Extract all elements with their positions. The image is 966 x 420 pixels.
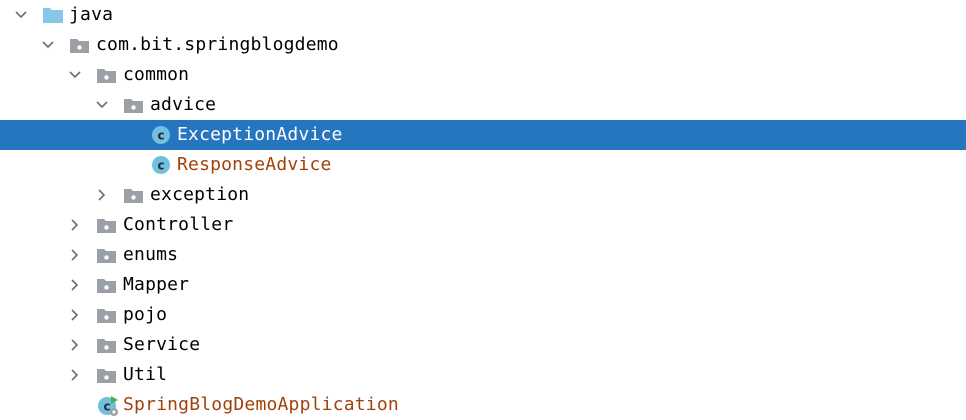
tree-row-service[interactable]: Service — [0, 330, 966, 360]
package-icon — [96, 360, 120, 390]
tree-item-label: Controller — [123, 214, 234, 235]
chevron-down-icon[interactable] — [93, 90, 113, 120]
tree-item-label: SpringBlogDemoApplication — [123, 394, 399, 415]
tree-row-enums[interactable]: enums — [0, 240, 966, 270]
package-icon — [96, 60, 120, 90]
package-icon — [96, 240, 120, 270]
tree-item-label: ResponseAdvice — [177, 154, 332, 175]
tree-row-common[interactable]: common — [0, 60, 966, 90]
tree-item-label: exception — [150, 184, 250, 205]
package-icon — [123, 180, 147, 210]
tree-item-label: java — [69, 4, 114, 25]
package-icon — [96, 270, 120, 300]
tree-row-util[interactable]: Util — [0, 360, 966, 390]
chevron-right-icon[interactable] — [66, 330, 86, 360]
tree-row-advice[interactable]: advice — [0, 90, 966, 120]
chevron-right-icon[interactable] — [66, 240, 86, 270]
package-icon — [96, 300, 120, 330]
tree-item-label: common — [123, 64, 190, 85]
class-icon: c — [150, 150, 174, 180]
package-icon — [69, 30, 93, 60]
chevron-right-icon[interactable] — [93, 180, 113, 210]
tree-row-responseadvice[interactable]: c ResponseAdvice — [0, 150, 966, 180]
tree-row-com-bit-springblogdemo[interactable]: com.bit.springblogdemo — [0, 30, 966, 60]
tree-item-label: pojo — [123, 304, 168, 325]
tree-row-exception[interactable]: exception — [0, 180, 966, 210]
tree-row-pojo[interactable]: pojo — [0, 300, 966, 330]
tree-row-mapper[interactable]: Mapper — [0, 270, 966, 300]
svg-text:c: c — [103, 400, 110, 414]
tree-item-label: ExceptionAdvice — [177, 124, 343, 145]
chevron-right-icon[interactable] — [66, 300, 86, 330]
package-icon — [96, 210, 120, 240]
tree-item-label: Service — [123, 334, 201, 355]
tree-row-exceptionadvice[interactable]: c ExceptionAdvice — [0, 120, 966, 150]
tree-row-springblogdemoapplication[interactable]: c SpringBlogDemoApplication — [0, 390, 966, 420]
tree-item-label: advice — [150, 94, 217, 115]
tree-item-label: enums — [123, 244, 179, 265]
svg-text:c: c — [157, 159, 164, 173]
chevron-right-icon[interactable] — [66, 210, 86, 240]
project-tree: java com.bit.springblogdemo common advic… — [0, 0, 966, 420]
chevron-down-icon[interactable] — [66, 60, 86, 90]
svg-text:c: c — [157, 129, 164, 143]
package-icon — [123, 90, 147, 120]
source-folder-icon — [42, 0, 66, 30]
class-icon: c — [150, 120, 174, 150]
tree-item-label: Mapper — [123, 274, 190, 295]
chevron-right-icon[interactable] — [66, 360, 86, 390]
chevron-right-icon[interactable] — [66, 270, 86, 300]
tree-row-controller[interactable]: Controller — [0, 210, 966, 240]
tree-row-java[interactable]: java — [0, 0, 966, 30]
chevron-down-icon[interactable] — [12, 0, 32, 30]
chevron-down-icon[interactable] — [39, 30, 59, 60]
spring-boot-class-icon: c — [96, 390, 120, 420]
tree-item-label: Util — [123, 364, 168, 385]
tree-item-label: com.bit.springblogdemo — [96, 34, 339, 55]
package-icon — [96, 330, 120, 360]
